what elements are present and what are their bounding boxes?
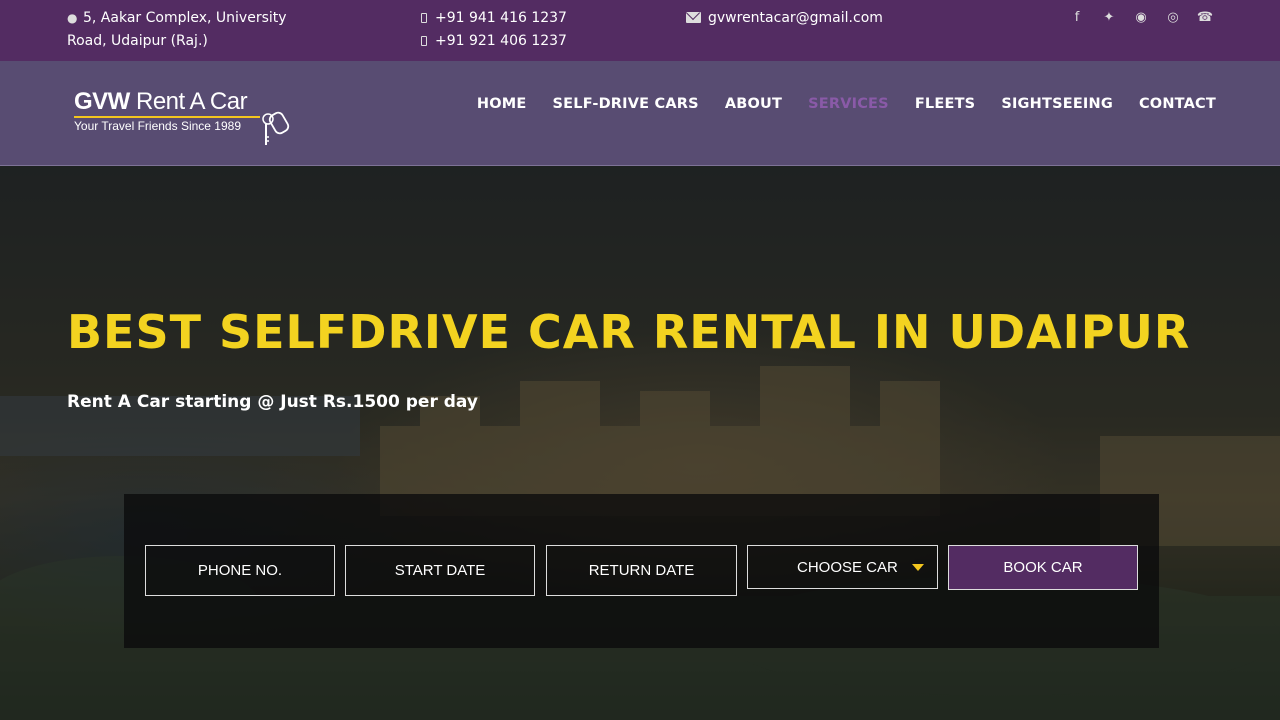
main-nav: HOME SELF-DRIVE CARS ABOUT SERVICES FLEE… bbox=[477, 96, 1216, 112]
site-header: GVW Rent A Car Your Travel Friends Since… bbox=[0, 61, 1280, 166]
site-logo[interactable]: GVW Rent A Car Your Travel Friends Since… bbox=[74, 89, 299, 149]
twitter-icon[interactable]: ✦ bbox=[1100, 9, 1118, 27]
booking-form: PHONE NO. START DATE RETURN DATE CHOOSE … bbox=[124, 494, 1159, 648]
address-line-2: Road, Udaipur (Raj.) bbox=[67, 33, 208, 49]
book-car-button[interactable]: BOOK CAR bbox=[948, 545, 1138, 590]
nav-self-drive-cars[interactable]: SELF-DRIVE CARS bbox=[553, 96, 699, 112]
whatsapp-icon[interactable]: ☎ bbox=[1196, 9, 1214, 27]
phone-block: +91 941 416 1237 +91 921 406 1237 bbox=[421, 7, 567, 53]
mobile-icon bbox=[421, 13, 427, 23]
nav-sightseeing[interactable]: SIGHTSEEING bbox=[1001, 96, 1113, 112]
address-block: ● 5, Aakar Complex, University Road, Udai… bbox=[67, 7, 287, 53]
phone-input[interactable]: PHONE NO. bbox=[145, 545, 335, 596]
car-keys-icon bbox=[262, 111, 290, 145]
nav-contact[interactable]: CONTACT bbox=[1139, 96, 1216, 112]
hero-subheading: Rent A Car starting @ Just Rs.1500 per d… bbox=[67, 392, 478, 412]
choose-car-select[interactable]: CHOOSE CAR bbox=[747, 545, 938, 589]
instagram-icon[interactable]: ◉ bbox=[1132, 9, 1150, 27]
mobile-icon bbox=[421, 36, 427, 46]
logo-underline bbox=[74, 116, 260, 118]
location-pin-icon: ● bbox=[67, 11, 78, 25]
facebook-icon[interactable]: f bbox=[1068, 9, 1086, 27]
phone-link-1[interactable]: +91 941 416 1237 bbox=[435, 10, 567, 26]
envelope-icon bbox=[686, 12, 701, 23]
nav-about[interactable]: ABOUT bbox=[725, 96, 782, 112]
nav-services[interactable]: SERVICES bbox=[808, 96, 889, 112]
phone-link-2[interactable]: +91 921 406 1237 bbox=[435, 33, 567, 49]
nav-home[interactable]: HOME bbox=[477, 96, 527, 112]
email-block: gvwrentacar@gmail.com bbox=[686, 7, 883, 30]
hero-headline: BEST SELFDRIVE CAR RENTAL IN UDAIPUR bbox=[67, 305, 1191, 359]
nav-fleets[interactable]: FLEETS bbox=[915, 96, 976, 112]
social-links: f ✦ ◉ ◎ ☎ bbox=[1068, 9, 1214, 27]
start-date-input[interactable]: START DATE bbox=[345, 545, 535, 596]
return-date-input[interactable]: RETURN DATE bbox=[546, 545, 737, 596]
hero-banner: BEST SELFDRIVE CAR RENTAL IN UDAIPUR Ren… bbox=[0, 166, 1280, 720]
choose-car-value: CHOOSE CAR bbox=[797, 558, 898, 576]
address-line-1: 5, Aakar Complex, University bbox=[83, 10, 287, 26]
email-link[interactable]: gvwrentacar@gmail.com bbox=[708, 10, 883, 26]
dropdown-caret-icon bbox=[912, 564, 924, 571]
top-info-bar: ● 5, Aakar Complex, University Road, Udai… bbox=[0, 0, 1280, 61]
tripadvisor-icon[interactable]: ◎ bbox=[1164, 9, 1182, 27]
